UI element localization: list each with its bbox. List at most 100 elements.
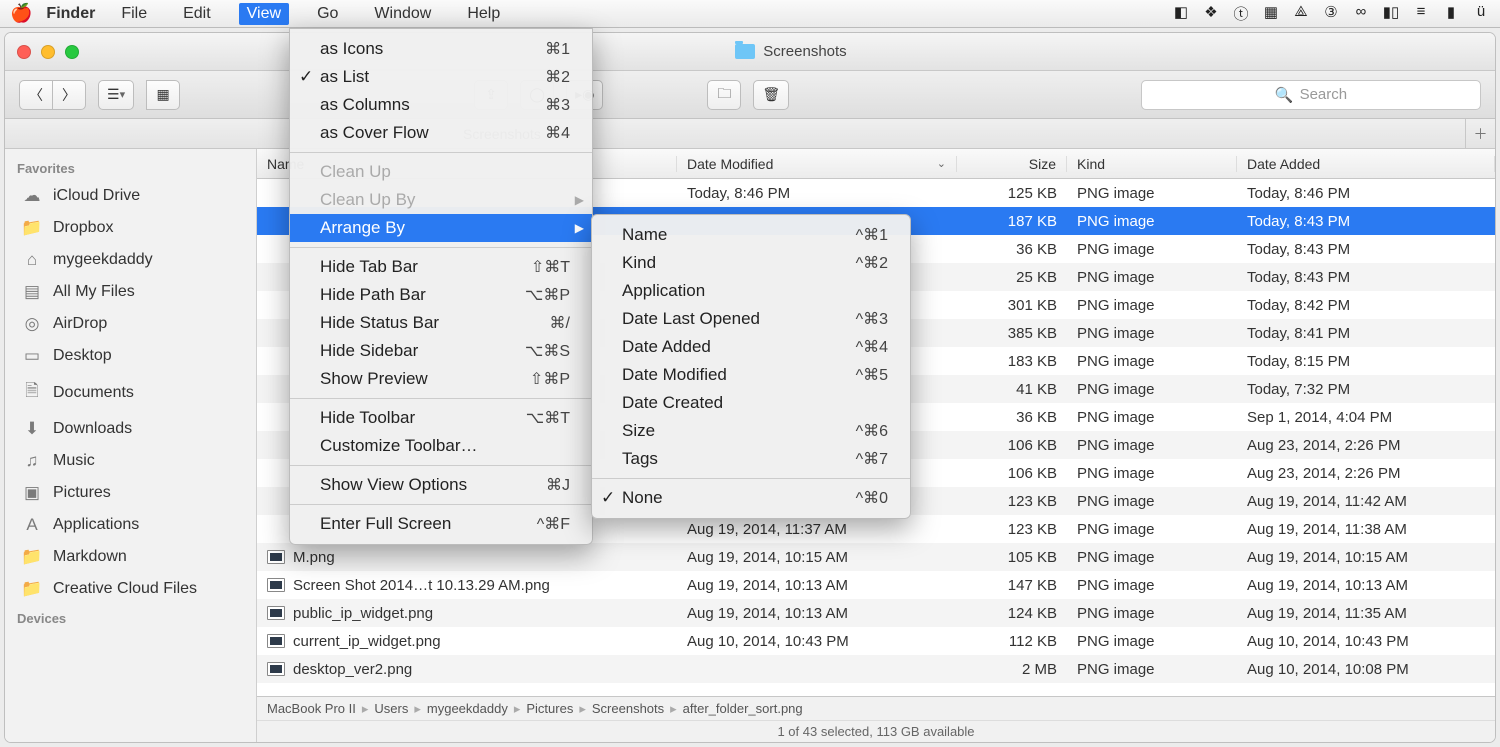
tray-icon[interactable]: ∞ — [1352, 3, 1370, 24]
tray-icon[interactable]: ③ — [1322, 3, 1340, 24]
menu-item[interactable]: Tags^⌘7 — [592, 445, 910, 473]
sidebar-item[interactable]: 🗎Documents — [5, 372, 256, 413]
menu-item[interactable]: Application — [592, 277, 910, 305]
menu-item[interactable]: Kind^⌘2 — [592, 249, 910, 277]
path-bar[interactable]: MacBook Pro II▸Users▸mygeekdaddy▸Picture… — [257, 696, 1495, 720]
path-segment[interactable]: mygeekdaddy — [427, 701, 508, 716]
cell-added: Aug 10, 2014, 10:43 PM — [1237, 633, 1495, 650]
menu-item[interactable]: Customize Toolbar… — [290, 432, 592, 460]
window-title: Screenshots — [735, 43, 846, 60]
toolbar: 〈 〉 ☰ ▾ ▦ ⇪ ◯ ▸◉ 🗀 🗑 🔍 Search — [5, 71, 1495, 119]
tray-icon[interactable]: ⓣ — [1232, 3, 1250, 24]
path-segment[interactable]: after_folder_sort.png — [683, 701, 803, 716]
table-row[interactable]: Screen Shot 2014…t 10.13.29 AM.pngAug 19… — [257, 571, 1495, 599]
shortcut: ^⌘F — [501, 514, 570, 534]
menu-item-label: as Cover Flow — [320, 123, 429, 143]
sidebar-item[interactable]: 📁Dropbox — [5, 212, 256, 244]
tray-icon[interactable]: ü — [1472, 3, 1490, 24]
view-mode-button[interactable]: ☰ ▾ — [98, 80, 134, 110]
menu-item-label: Hide Status Bar — [320, 313, 439, 333]
menu-item[interactable]: as Cover Flow⌘4 — [290, 119, 592, 147]
menu-item[interactable]: Hide Toolbar⌥⌘T — [290, 404, 592, 432]
menu-help[interactable]: Help — [459, 3, 508, 25]
sidebar-item[interactable]: ☁︎iCloud Drive — [5, 180, 256, 212]
sidebar-item[interactable]: AApplications — [5, 509, 256, 541]
menu-item[interactable]: Date Created — [592, 389, 910, 417]
new-tab-button[interactable]: ＋ — [1465, 119, 1495, 148]
menu-view[interactable]: View — [239, 3, 289, 25]
trash-button[interactable]: 🗑 — [753, 80, 789, 110]
menu-item[interactable]: Name^⌘1 — [592, 221, 910, 249]
col-date-added[interactable]: Date Added — [1237, 156, 1495, 172]
menu-item[interactable]: Size^⌘6 — [592, 417, 910, 445]
tray-icon[interactable]: ▮ — [1442, 3, 1460, 24]
menu-item[interactable]: as Icons⌘1 — [290, 35, 592, 63]
sidebar-item[interactable]: ▤All My Files — [5, 276, 256, 308]
icon-view-button[interactable]: ▦ — [146, 80, 180, 110]
battery-icon[interactable]: ▮▯ — [1382, 3, 1400, 24]
sidebar-item[interactable]: ♫Music — [5, 445, 256, 477]
app-name[interactable]: Finder — [46, 5, 95, 23]
forward-button[interactable]: 〉 — [52, 80, 86, 110]
path-segment[interactable]: MacBook Pro II — [267, 701, 356, 716]
menu-item[interactable]: Date Last Opened^⌘3 — [592, 305, 910, 333]
table-row[interactable]: public_ip_widget.pngAug 19, 2014, 10:13 … — [257, 599, 1495, 627]
new-folder-button[interactable]: 🗀 — [707, 80, 741, 110]
col-kind[interactable]: Kind — [1067, 156, 1237, 172]
menu-item[interactable]: Enter Full Screen^⌘F — [290, 510, 592, 538]
menu-item[interactable]: Hide Tab Bar⇧⌘T — [290, 253, 592, 281]
menu-window[interactable]: Window — [366, 3, 439, 25]
arrange-by-submenu: Name^⌘1Kind^⌘2ApplicationDate Last Opene… — [591, 214, 911, 519]
menu-item[interactable]: ✓as List⌘2 — [290, 63, 592, 91]
sidebar-item[interactable]: 📁Markdown — [5, 541, 256, 573]
menu-item[interactable]: as Columns⌘3 — [290, 91, 592, 119]
col-date-modified[interactable]: Date Modified⌄ — [677, 156, 957, 172]
menu-item[interactable]: Hide Status Bar⌘/ — [290, 309, 592, 337]
tray-icon[interactable]: ⟁ — [1292, 3, 1310, 24]
cell-added: Aug 19, 2014, 11:35 AM — [1237, 605, 1495, 622]
sidebar-item[interactable]: ▣Pictures — [5, 477, 256, 509]
minimize-button[interactable] — [41, 45, 55, 59]
path-segment[interactable]: Screenshots — [592, 701, 664, 716]
close-button[interactable] — [17, 45, 31, 59]
menu-item[interactable]: Date Added^⌘4 — [592, 333, 910, 361]
view-menu: as Icons⌘1✓as List⌘2as Columns⌘3as Cover… — [289, 28, 593, 545]
dropbox-icon[interactable]: ❖ — [1202, 3, 1220, 24]
menu-item[interactable]: ✓None^⌘0 — [592, 484, 910, 512]
sidebar-item[interactable]: 📁Creative Cloud Files — [5, 573, 256, 605]
table-row[interactable]: desktop_ver2.png2 MBPNG imageAug 10, 201… — [257, 655, 1495, 683]
tray-icon[interactable]: ▦ — [1262, 3, 1280, 24]
menu-edit[interactable]: Edit — [175, 3, 219, 25]
zoom-button[interactable] — [65, 45, 79, 59]
cell-kind: PNG image — [1067, 549, 1237, 566]
sidebar-item-icon: ▭ — [21, 346, 43, 366]
sidebar-item[interactable]: ◎AirDrop — [5, 308, 256, 340]
menu-go[interactable]: Go — [309, 3, 346, 25]
menu-item[interactable]: Hide Sidebar⌥⌘S — [290, 337, 592, 365]
table-row[interactable]: M.pngAug 19, 2014, 10:15 AM105 KBPNG ima… — [257, 543, 1495, 571]
apple-menu-icon[interactable]: 🍎 — [10, 3, 32, 24]
sidebar-item[interactable]: ▭Desktop — [5, 340, 256, 372]
sidebar-item[interactable]: ⬇Downloads — [5, 413, 256, 445]
menu-item-label: Date Added — [622, 337, 711, 357]
sidebar-item-label: Pictures — [53, 484, 111, 502]
table-row[interactable]: current_ip_widget.pngAug 10, 2014, 10:43… — [257, 627, 1495, 655]
menu-item[interactable]: Show Preview⇧⌘P — [290, 365, 592, 393]
tray-icon[interactable]: ≡ — [1412, 3, 1430, 24]
cell-added: Aug 23, 2014, 2:26 PM — [1237, 465, 1495, 482]
search-input[interactable]: 🔍 Search — [1141, 80, 1481, 110]
path-segment[interactable]: Users — [374, 701, 408, 716]
menu-item[interactable]: Show View Options⌘J — [290, 471, 592, 499]
cell-kind: PNG image — [1067, 521, 1237, 538]
col-size[interactable]: Size — [957, 156, 1067, 172]
menu-file[interactable]: File — [113, 3, 155, 25]
menu-item[interactable]: Hide Path Bar⌥⌘P — [290, 281, 592, 309]
tray-icon[interactable]: ◧ — [1172, 3, 1190, 24]
menu-item[interactable]: Date Modified^⌘5 — [592, 361, 910, 389]
sidebar-item-label: AirDrop — [53, 315, 107, 333]
sidebar-section-devices: Devices — [5, 605, 256, 630]
path-segment[interactable]: Pictures — [526, 701, 573, 716]
back-button[interactable]: 〈 — [19, 80, 53, 110]
menu-item[interactable]: Arrange By▶ — [290, 214, 592, 242]
sidebar-item[interactable]: ⌂mygeekdaddy — [5, 244, 256, 276]
